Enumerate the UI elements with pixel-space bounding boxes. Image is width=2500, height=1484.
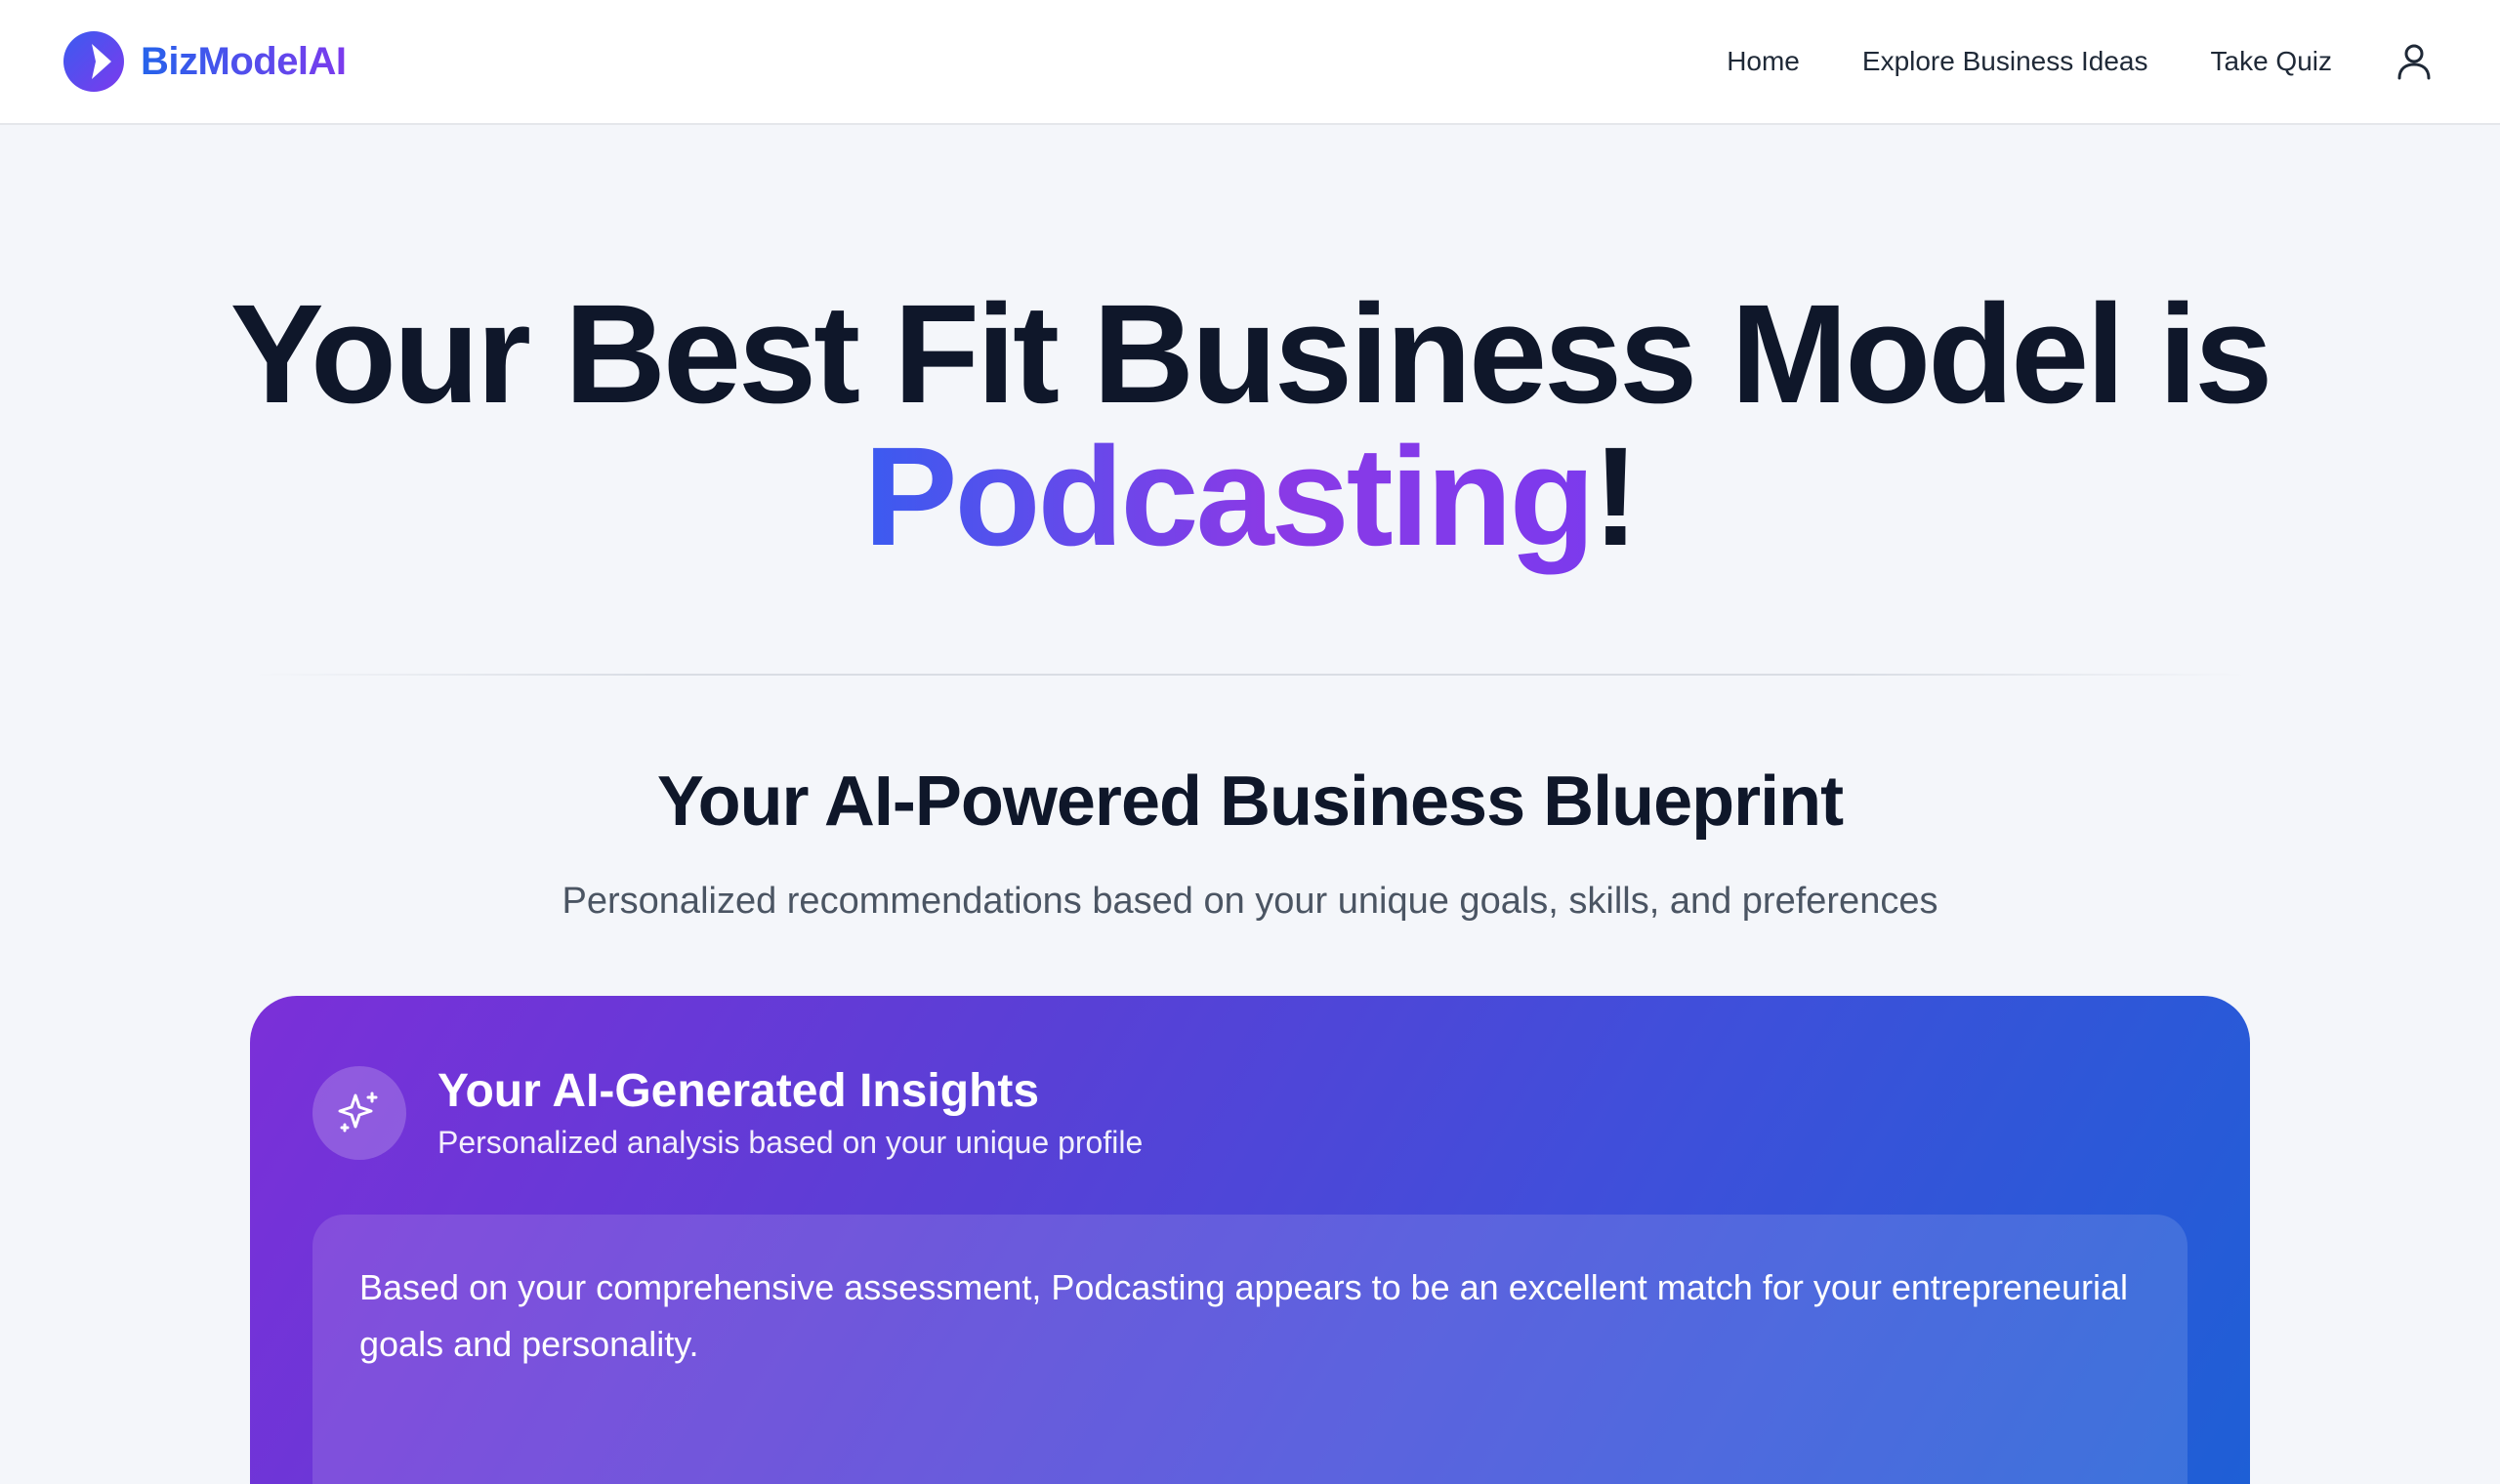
section-divider: [250, 674, 2250, 676]
nav-links: Home Explore Business Ideas Take Quiz: [1727, 38, 2438, 85]
hero-title-suffix: !: [1592, 418, 1640, 575]
main-content: Your Best Fit Business Model is Podcasti…: [0, 127, 2500, 1484]
hero-title-highlight: Podcasting: [863, 418, 1595, 575]
insights-text: Based on your comprehensive assessment, …: [359, 1267, 2129, 1364]
ai-insights-card: Your AI-Generated Insights Personalized …: [250, 996, 2250, 1484]
hero-title-prefix: Your Best Fit Business Model is: [229, 275, 2273, 433]
brand-name: BizModelAI: [141, 39, 347, 83]
insights-title: Your AI-Generated Insights: [438, 1065, 1040, 1117]
sparkle-icon: [338, 1092, 378, 1132]
top-navbar: BizModelAI Home Explore Business Ideas T…: [0, 0, 2500, 125]
insights-subtitle: Personalized analysis based on your uniq…: [438, 1125, 1144, 1160]
insights-header: Your AI-Generated Insights Personalized …: [312, 1064, 1143, 1161]
blueprint-subtitle: Personalized recommendations based on yo…: [562, 881, 1938, 922]
blueprint-title: Your AI-Powered Business Blueprint: [656, 763, 1844, 841]
sparkle-badge: [312, 1065, 406, 1160]
user-icon: [2397, 44, 2431, 80]
hero-title: Your Best Fit Business Model is Podcasti…: [0, 283, 2500, 568]
user-account-button[interactable]: [2391, 38, 2438, 85]
brand-logo-icon: [63, 31, 124, 92]
brand-logo-link[interactable]: BizModelAI: [62, 30, 347, 93]
nav-link-take-quiz[interactable]: Take Quiz: [2211, 46, 2333, 77]
nav-link-explore-business-ideas[interactable]: Explore Business Ideas: [1862, 46, 2148, 77]
insights-body: Based on your comprehensive assessment, …: [312, 1215, 2188, 1484]
insights-heading-group: Your AI-Generated Insights Personalized …: [438, 1064, 1143, 1161]
nav-link-home[interactable]: Home: [1727, 46, 1800, 77]
